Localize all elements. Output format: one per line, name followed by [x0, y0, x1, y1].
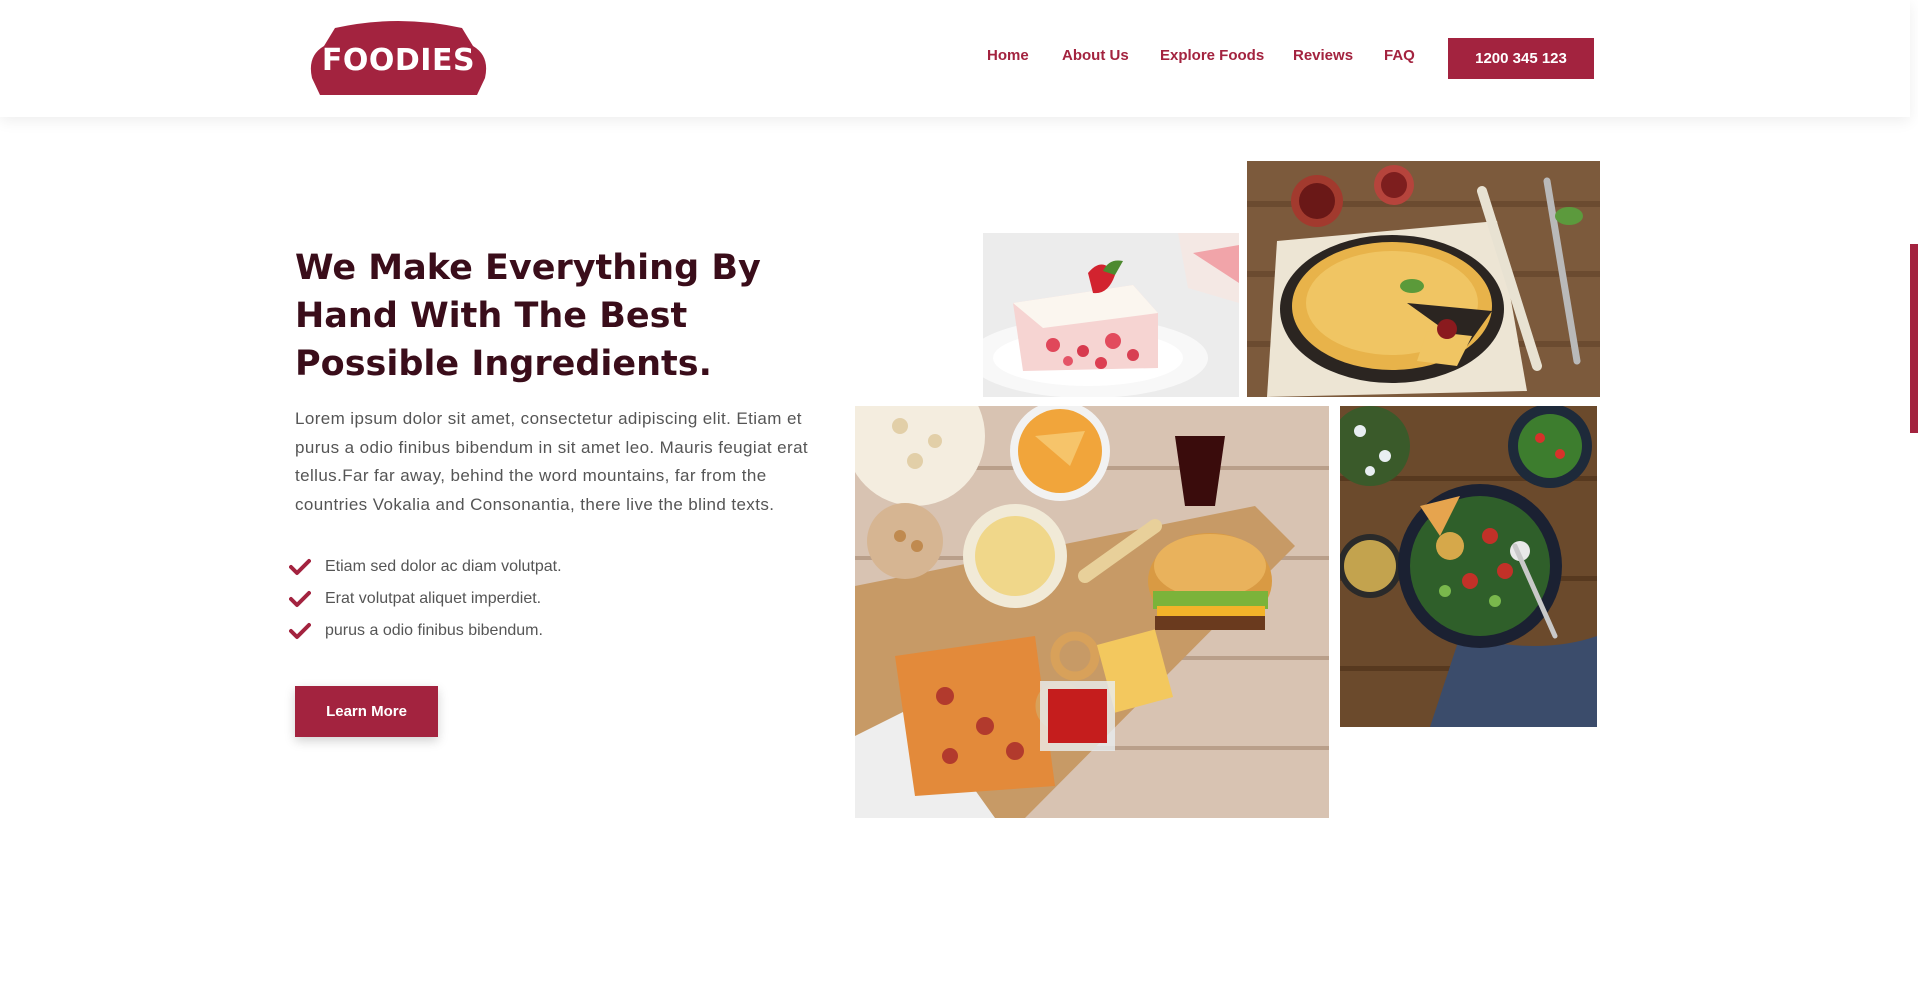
nav-item-reviews[interactable]: Reviews: [1293, 47, 1353, 64]
hero-headline: We Make Everything By Hand With The Best…: [295, 248, 761, 384]
hero-paragraph: Lorem ipsum dolor sit amet, consectetur …: [295, 409, 809, 514]
check-icon: [289, 623, 311, 639]
nav-item-about-us[interactable]: About Us: [1062, 47, 1129, 64]
strawberry-cake-photo: [983, 233, 1239, 397]
check-icon: [289, 591, 311, 607]
list-item: purus a odio finibus bibendum.: [289, 615, 562, 647]
checklist-text: purus a odio finibus bibendum.: [325, 622, 543, 639]
logo[interactable]: FOODIES: [307, 20, 490, 95]
site-header: FOODIES Home About Us Explore Foods Revi…: [0, 0, 1910, 117]
learn-more-button[interactable]: Learn More: [295, 686, 438, 737]
feature-checklist: Etiam sed dolor ac diam volutpat. Erat v…: [289, 551, 562, 647]
fast-food-platter-photo: [855, 406, 1329, 818]
nav-item-home[interactable]: Home: [987, 47, 1029, 64]
quiche-pie-photo: [1247, 161, 1600, 397]
nav-item-faq[interactable]: FAQ: [1384, 47, 1415, 64]
salad-bowl-photo: [1340, 406, 1597, 727]
logo-text: FOODIES: [321, 43, 476, 78]
list-item: Etiam sed dolor ac diam volutpat.: [289, 551, 562, 583]
check-icon: [289, 559, 311, 575]
list-item: Erat volutpat aliquet imperdiet.: [289, 583, 562, 615]
phone-button[interactable]: 1200 345 123: [1448, 38, 1594, 79]
nav-item-explore-foods[interactable]: Explore Foods: [1160, 47, 1264, 64]
checklist-text: Etiam sed dolor ac diam volutpat.: [325, 558, 562, 575]
side-accent-bar: [1910, 244, 1918, 433]
checklist-text: Erat volutpat aliquet imperdiet.: [325, 590, 542, 607]
